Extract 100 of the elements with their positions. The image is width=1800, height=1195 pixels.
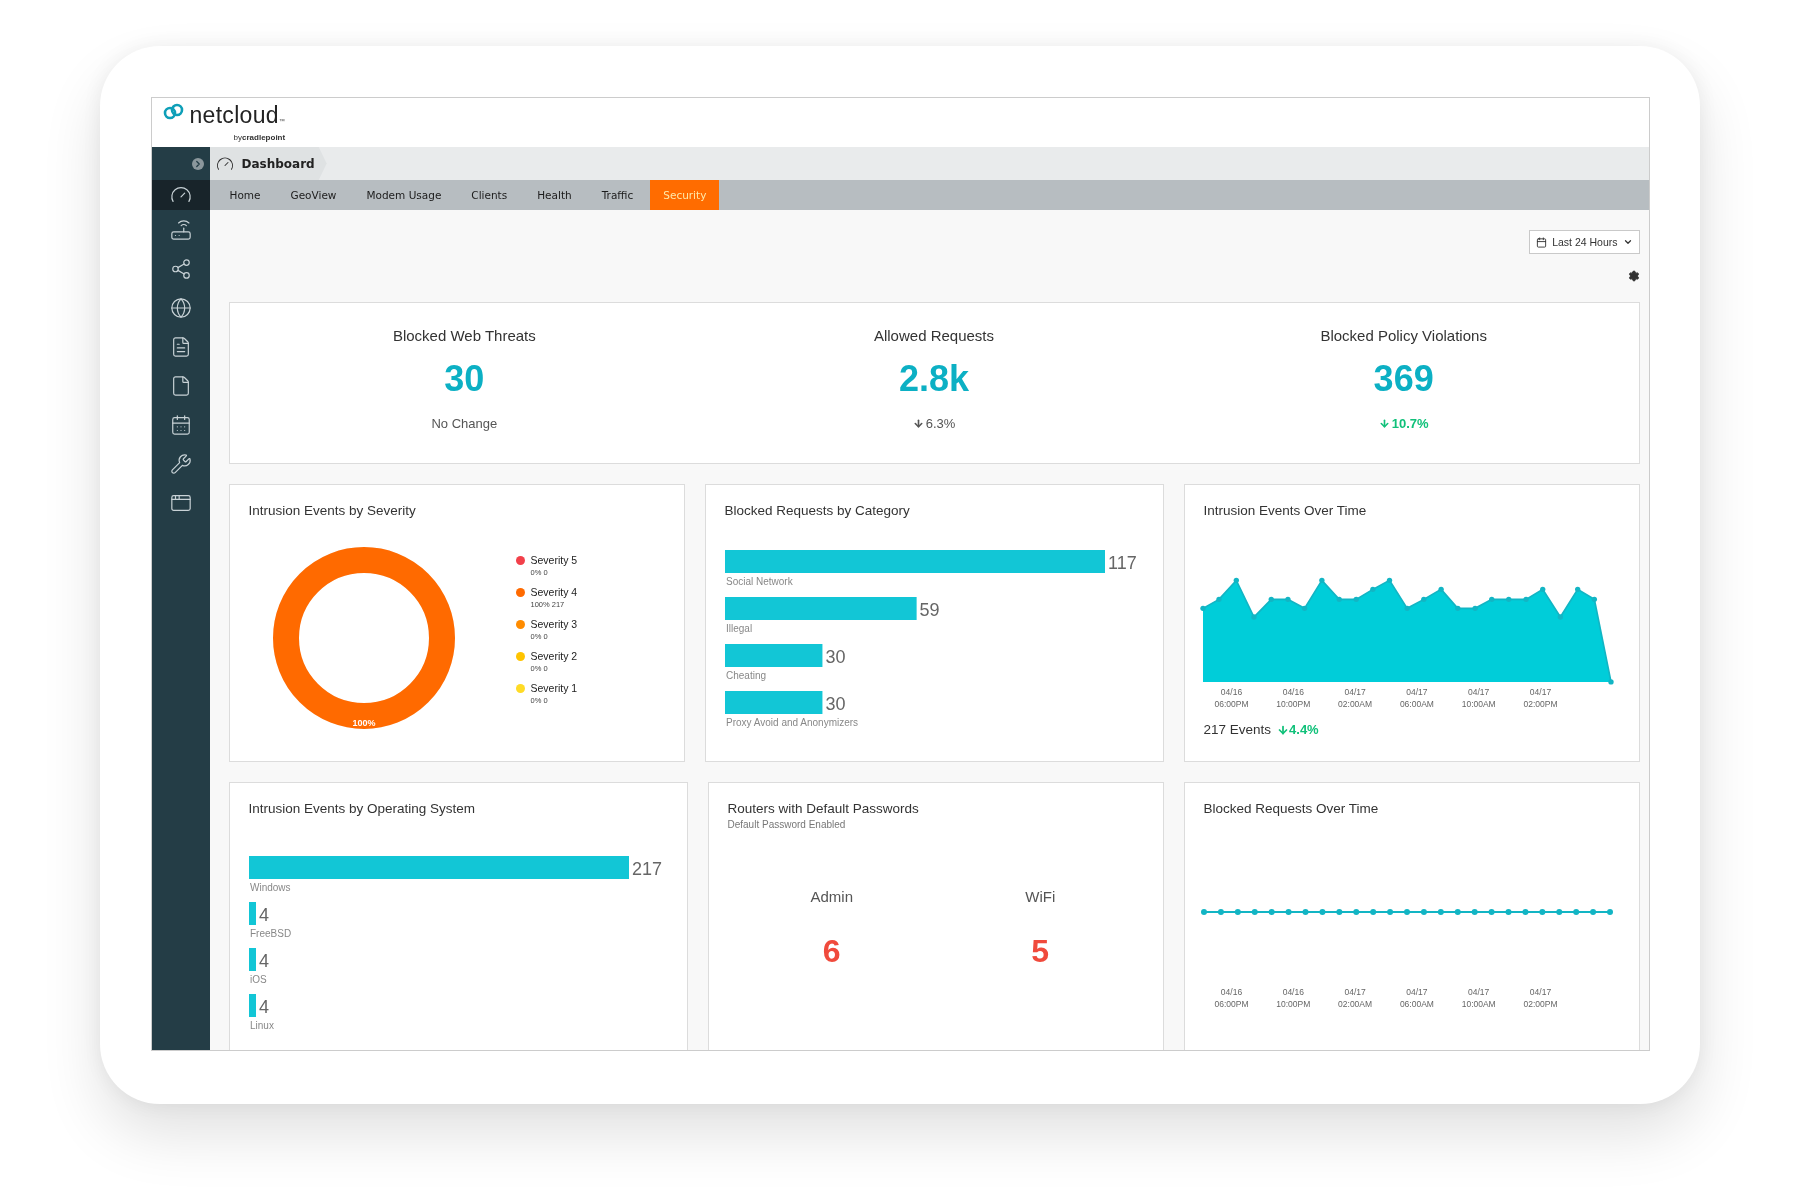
bar-value: 4 — [258, 951, 269, 971]
axis-label: 04/17 02:00AM — [1337, 686, 1374, 710]
stat-value: 6 — [822, 933, 841, 970]
data-point — [1420, 909, 1427, 915]
data-point — [1352, 909, 1359, 915]
data-point — [1521, 909, 1528, 915]
gauge-icon — [215, 154, 234, 173]
data-point — [1369, 586, 1376, 593]
bar-value: 59 — [919, 600, 940, 620]
kpi-title: Blocked Web Threats — [392, 327, 536, 344]
sidebar-item[interactable] — [151, 180, 210, 210]
card-title: Blocked Requests Over Time — [1203, 801, 1380, 816]
legend-label: Severity 3 — [530, 618, 578, 630]
nav-tab[interactable]: Home — [216, 180, 274, 210]
expand-icon[interactable] — [191, 157, 204, 170]
logo-icon — [161, 103, 186, 121]
nav-tab[interactable]: Clients — [458, 180, 521, 210]
axis-label: 04/17 10:00AM — [1460, 986, 1497, 1010]
down-arrow-icon — [912, 418, 924, 429]
data-point — [1488, 909, 1495, 915]
bar-label: Linux — [249, 1020, 274, 1031]
brand-byline: bycradlepoint — [233, 133, 286, 142]
kpi-change: No Change — [431, 416, 498, 431]
data-point — [1233, 577, 1239, 584]
data-point — [1505, 909, 1511, 915]
card-title: Blocked Requests by Category — [724, 503, 911, 518]
data-point — [1250, 614, 1257, 620]
card-title: Intrusion Events Over Time — [1203, 503, 1368, 518]
data-point — [1557, 614, 1563, 620]
bar-value: 30 — [824, 694, 845, 714]
caret-icon — [1622, 237, 1633, 247]
data-point — [1268, 909, 1275, 915]
percent-label: 100% — [352, 718, 375, 728]
stat-label: WiFi — [1025, 888, 1056, 905]
data-point — [1200, 909, 1207, 915]
card-title: Intrusion Events by Operating System — [248, 801, 477, 816]
data-point — [1404, 605, 1410, 611]
data-point — [1437, 909, 1444, 915]
card-subtitle: Default Password Enabled — [727, 819, 847, 830]
data-point — [1251, 909, 1258, 915]
router-icon — [169, 218, 192, 241]
data-point — [1471, 605, 1478, 611]
data-point — [1285, 909, 1292, 915]
axis-label: 04/17 06:00AM — [1398, 986, 1435, 1010]
bar-value: 217 — [631, 859, 662, 879]
legend-label: Severity 1 — [530, 682, 578, 694]
nav-tab[interactable]: GeoView — [277, 180, 350, 210]
data-point — [1217, 909, 1224, 915]
data-point — [1318, 577, 1325, 584]
kpi-value: 2.8k — [898, 358, 970, 400]
bar-value: 4 — [258, 905, 269, 925]
bar-label: Cheating — [725, 670, 766, 681]
data-point — [1454, 605, 1460, 611]
nav-tab[interactable]: Health — [524, 180, 585, 210]
breadcrumb[interactable]: Dashboard — [209, 147, 327, 180]
card-title: Routers with Default Passwords — [727, 801, 920, 816]
data-point — [1336, 596, 1342, 602]
date-range-button[interactable]: Last 24 Hours — [1529, 230, 1640, 254]
share-icon — [169, 257, 192, 280]
data-point — [1234, 909, 1241, 915]
data-point — [1284, 596, 1291, 602]
bar-label: Social Network — [725, 576, 793, 587]
bar — [248, 902, 256, 925]
data-point — [1488, 596, 1494, 602]
calendar-icon — [1536, 236, 1548, 248]
data-point — [1386, 909, 1393, 915]
globe-icon — [169, 296, 192, 319]
nav-tab[interactable]: Modem Usage — [353, 180, 455, 210]
kpi-title: Allowed Requests — [873, 327, 995, 344]
data-point — [1522, 596, 1529, 602]
data-point — [1301, 605, 1307, 611]
axis-label: 04/17 10:00AM — [1460, 686, 1497, 710]
bar-label: FreeBSD — [249, 928, 291, 939]
bar-value: 30 — [824, 647, 845, 667]
axis-label: 04/17 02:00AM — [1337, 986, 1374, 1010]
bar-label: Illegal — [725, 623, 752, 634]
kpi-change: 6.3% — [912, 416, 956, 431]
data-point — [1318, 909, 1325, 915]
legend-label: Severity 4 — [530, 586, 578, 598]
legend-label: Severity 5 — [530, 554, 578, 566]
axis-label: 04/16 10:00PM — [1275, 686, 1312, 710]
bar-value: 4 — [258, 997, 269, 1017]
legend-label: Severity 2 — [530, 650, 578, 662]
data-point — [1353, 596, 1359, 602]
event-change: 4.4% — [1277, 722, 1319, 737]
data-point — [1403, 909, 1410, 915]
data-point — [1607, 679, 1614, 685]
settings-icon[interactable] — [1627, 270, 1640, 282]
data-point — [1454, 909, 1461, 915]
data-point — [1369, 909, 1376, 915]
data-point — [1386, 577, 1392, 584]
axis-label: 04/16 06:00PM — [1213, 986, 1250, 1010]
bar-label: Windows — [249, 882, 291, 893]
bar — [248, 948, 256, 971]
data-point — [1471, 909, 1478, 915]
axis-label: 04/16 10:00PM — [1275, 986, 1312, 1010]
stat-value: 5 — [1031, 933, 1050, 970]
nav-tab[interactable]: Traffic — [588, 180, 647, 210]
data-point — [1538, 909, 1545, 915]
data-point — [1572, 909, 1579, 915]
